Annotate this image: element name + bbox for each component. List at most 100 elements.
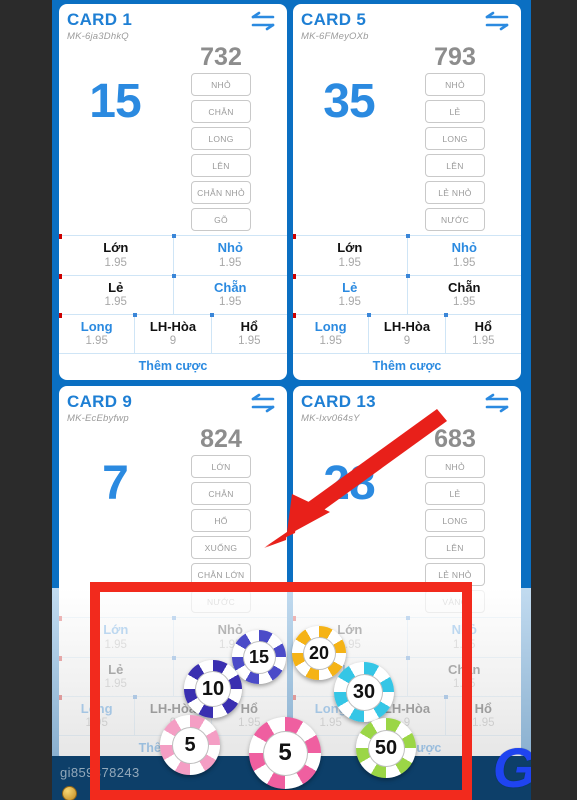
odds-cell[interactable]: Lớn 1.95 [293,234,408,275]
card-code: MK-EcEbyfwp [67,413,129,425]
odds-cell[interactable]: Hổ 1.95 [443,694,521,735]
chip-value: 50 [367,729,405,767]
odds-cell[interactable]: Long 1.95 [59,312,136,354]
card-tag-area: 824 LỚN CHẴN HỔ XUỐNG CHẴN LỚN NƯỚC [163,426,279,614]
card-tag[interactable]: CHẴN NHỎ [191,181,251,205]
odds-cell[interactable]: Nhỏ 1.95 [405,234,522,274]
game-card[interactable]: CARD 13 MK-Ixv064sY 28 683 NHỎ LẺ LONG LÊN L… [293,386,522,763]
odds-name: Chẵn [448,661,481,677]
card-tag[interactable]: LẺ [425,482,485,506]
swap-arrows-icon[interactable] [483,11,511,31]
odds-cell[interactable]: Long 1.95 [59,694,136,736]
odds-value: 1.95 [453,638,476,651]
swap-arrows-icon[interactable] [483,393,511,413]
betting-chip[interactable]: 50 [356,718,416,778]
odds-cell[interactable]: Nhỏ 1.95 [405,616,522,656]
odds-cell[interactable]: Lẻ 1.95 [293,273,408,314]
card-header: CARD 9 MK-EcEbyfwp 7 824 LỚN CHẴN HỔ XUỐNG C… [59,386,287,617]
card-tag[interactable]: CHẴN [191,100,251,124]
game-card[interactable]: CARD 9 MK-EcEbyfwp 7 824 LỚN CHẴN HỔ XUỐNG C… [59,386,287,763]
odds-row: Long 1.95 LH-Hòa 9 Hổ 1.95 [59,312,287,354]
chip-value: 20 [302,636,336,670]
card-tag[interactable]: LONG [425,509,485,533]
card-sum-number: 793 [434,43,476,71]
odds-cell[interactable]: LH-Hòa 9 [133,312,212,354]
betting-chip[interactable]: 10 [184,660,242,718]
odds-row: Lớn 1.95 Nhỏ 1.95 [293,234,522,275]
card-body: 7 824 LỚN CHẴN HỔ XUỐNG CHẴN LỚN NƯỚC [67,426,279,614]
card-tag[interactable]: NHỎ [425,455,485,479]
odds-row: Long 1.95 LH-Hòa 9 Hổ 1.95 [293,312,521,354]
odds-name: Lớn [337,240,363,256]
odds-cell[interactable]: Hổ 1.95 [443,312,521,353]
odds-cell[interactable]: Chẵn 1.95 [405,655,522,696]
card-tag[interactable]: XUỐNG [191,536,251,560]
marker-dot [293,234,296,240]
odds-cell[interactable]: Lớn 1.95 [59,616,174,657]
card-body: 28 683 NHỎ LẺ LONG LÊN LẺ NHỎ VÀNG [301,425,513,614]
game-card[interactable]: CARD 1 MK-6ja3DhkQ 15 732 NHỎ CHẴN LONG LÊN… [59,4,288,381]
odds-cell[interactable]: Nhỏ 1.95 [171,234,288,274]
card-tag[interactable]: HỔ [191,509,251,533]
odds-value: 1.95 [472,717,495,730]
card-tag[interactable]: LẺ NHỎ [425,563,485,587]
odds-value: 1.95 [472,335,495,348]
card-tag[interactable]: GÕ [191,208,251,232]
odds-name: Long [80,318,113,334]
add-bet-button[interactable]: Thêm cược [293,353,521,380]
card-tag[interactable]: CHẴN [191,482,251,506]
add-bet-button[interactable]: Thêm cược [59,353,287,380]
card-big-number: 28 [323,457,375,511]
card-tag[interactable]: NHỎ [425,73,485,97]
card-tag[interactable]: LẺ NHỎ [425,181,485,205]
odds-cell[interactable]: Lẻ 1.95 [59,273,174,314]
card-sum-number: 683 [434,425,476,454]
username-label: gi859378243 [60,765,140,780]
odds-name: Chẵn [448,279,481,295]
odds-cell[interactable]: Long 1.95 [293,312,370,354]
card-tag[interactable]: LÊN [191,154,251,178]
game-card[interactable]: CARD 5 MK-6FMeyOXb 35 793 NHỎ LẺ LONG LÊN LẺ… [293,4,522,381]
betting-chip[interactable]: 20 [292,626,346,680]
odds-name: Chẵn [214,279,247,295]
card-tag[interactable]: LONG [425,127,485,151]
card-big-number: 7 [102,457,129,511]
betting-chip[interactable]: 5 [160,715,220,775]
odds-name: Long [314,318,347,334]
marker-dot [209,312,214,317]
card-tag[interactable]: CHẴN LỚN [191,563,251,587]
odds-cell[interactable]: Hổ 1.95 [209,312,287,353]
odds-value: 1.95 [104,638,127,651]
card-tag[interactable]: VÀNG [425,590,485,614]
odds-cell[interactable]: Lẻ 1.95 [59,655,174,696]
marker-dot [405,616,410,621]
odds-cell[interactable]: Chẵn 1.95 [171,273,288,314]
marker-dot [59,273,62,279]
screenshot-root: CARD 1 MK-6ja3DhkQ 15 732 NHỎ CHẴN LONG LÊN… [0,0,577,800]
swap-arrows-icon[interactable] [249,11,277,31]
card-tag[interactable]: NƯỚC [191,590,251,614]
odds-value: 9 [403,335,411,348]
odds-cell[interactable]: Chẵn 1.95 [405,273,522,314]
card-tag[interactable]: NHỎ [191,73,251,97]
card-tag[interactable]: LỚN [191,455,251,479]
card-tag[interactable]: LÊN [425,154,485,178]
card-title: CARD 5 [301,10,367,29]
card-body: 15 732 NHỎ CHẴN LONG LÊN CHẴN NHỎ GÕ [67,44,279,232]
card-tag[interactable]: LÊN [425,536,485,560]
card-tag-rows: NHỎ LẺ LONG LÊN LẺ NHỎ VÀNG [397,455,513,614]
odds-cell[interactable]: Lớn 1.95 [59,234,174,275]
odds-value: 1.95 [104,256,127,269]
odds-cell[interactable]: LH-Hòa 9 [367,312,446,354]
swap-arrows-icon[interactable] [249,393,277,413]
card-tag[interactable]: NƯỚC [425,208,485,232]
card-tag[interactable]: LẺ [425,100,485,124]
betting-chip[interactable]: 5 [249,717,321,789]
betting-chip[interactable]: 30 [334,662,394,722]
marker-dot [443,694,448,699]
odds-name: Hổ [474,700,492,716]
odds-value: 1.95 [219,256,242,269]
card-tag[interactable]: LONG [191,127,251,151]
marker-dot [59,694,62,700]
betting-chip[interactable]: 15 [232,630,286,684]
